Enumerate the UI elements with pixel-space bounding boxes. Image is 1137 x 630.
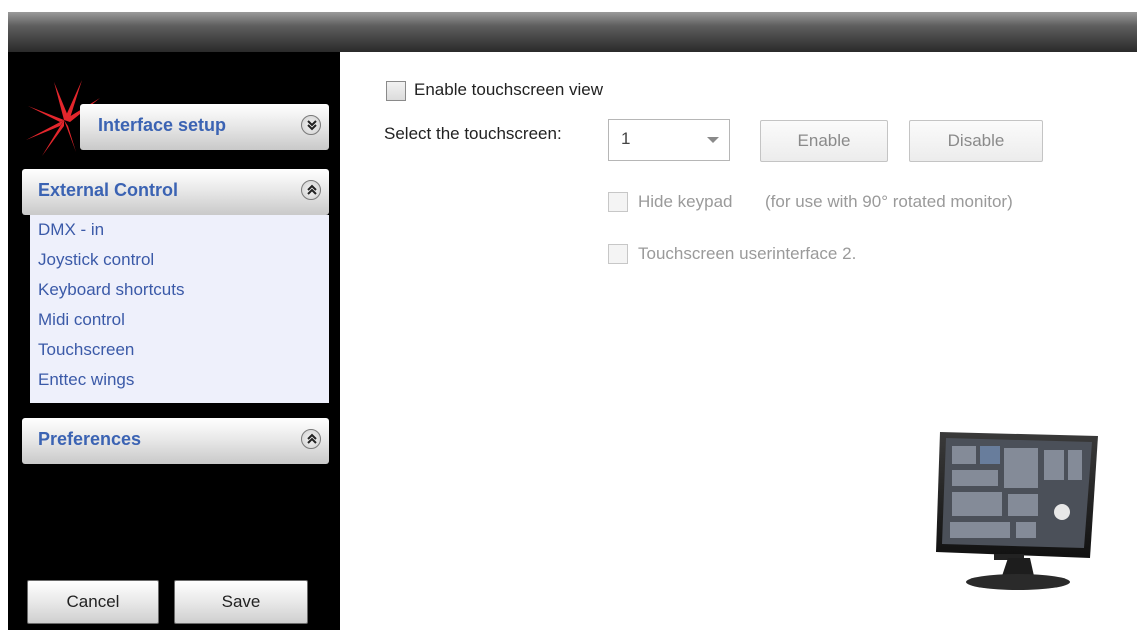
sidebar-item-joystick-control[interactable]: Joystick control [30,245,329,275]
external-control-list: DMX - in Joystick control Keyboard short… [30,215,329,403]
sidebar-item-keyboard-shortcuts[interactable]: Keyboard shortcuts [30,275,329,305]
cancel-button[interactable]: Cancel [27,580,159,624]
hide-keypad-note: (for use with 90° rotated monitor) [765,192,1013,211]
sidebar-item-touchscreen[interactable]: Touchscreen [30,335,329,365]
select-touchscreen-label: Select the touchscreen: [384,124,562,143]
disable-button[interactable]: Disable [909,120,1043,162]
preferences-title: Preferences [38,429,142,449]
hide-keypad-label: Hide keypad [638,192,733,211]
interface-setup-header[interactable]: Interface setup [80,104,329,150]
touchscreen-ui2-label: Touchscreen userinterface 2. [638,244,857,263]
chevron-double-up-icon[interactable] [301,180,321,200]
sidebar-item-dmx-in[interactable]: DMX - in [30,215,329,245]
sidebar-item-enttec-wings[interactable]: Enttec wings [30,365,329,395]
hide-keypad-checkbox[interactable] [608,192,628,212]
external-control-header[interactable]: External Control [22,169,329,215]
preferences-header[interactable]: Preferences [22,418,329,464]
touchscreen-monitor-icon [936,432,1098,590]
interface-setup-title: Interface setup [98,115,227,135]
touchscreen-select-value: 1 [621,129,631,148]
top-title-bar [8,12,1137,52]
chevron-double-down-icon[interactable] [301,115,321,135]
dropdown-arrow-icon [707,137,719,143]
sidebar: Interface setup External Control DMX - i… [8,52,340,630]
enable-button[interactable]: Enable [760,120,888,162]
chevron-double-up-icon[interactable] [301,429,321,449]
sidebar-item-midi-control[interactable]: Midi control [30,305,329,335]
enable-touchscreen-checkbox[interactable] [386,81,406,101]
external-control-title: External Control [38,180,179,200]
enable-touchscreen-label: Enable touchscreen view [414,80,604,99]
touchscreen-ui2-checkbox[interactable] [608,244,628,264]
touchscreen-settings-panel: Enable touchscreen view Select the touch… [340,52,1137,630]
touchscreen-select[interactable]: 1 [608,119,730,161]
save-button[interactable]: Save [174,580,308,624]
